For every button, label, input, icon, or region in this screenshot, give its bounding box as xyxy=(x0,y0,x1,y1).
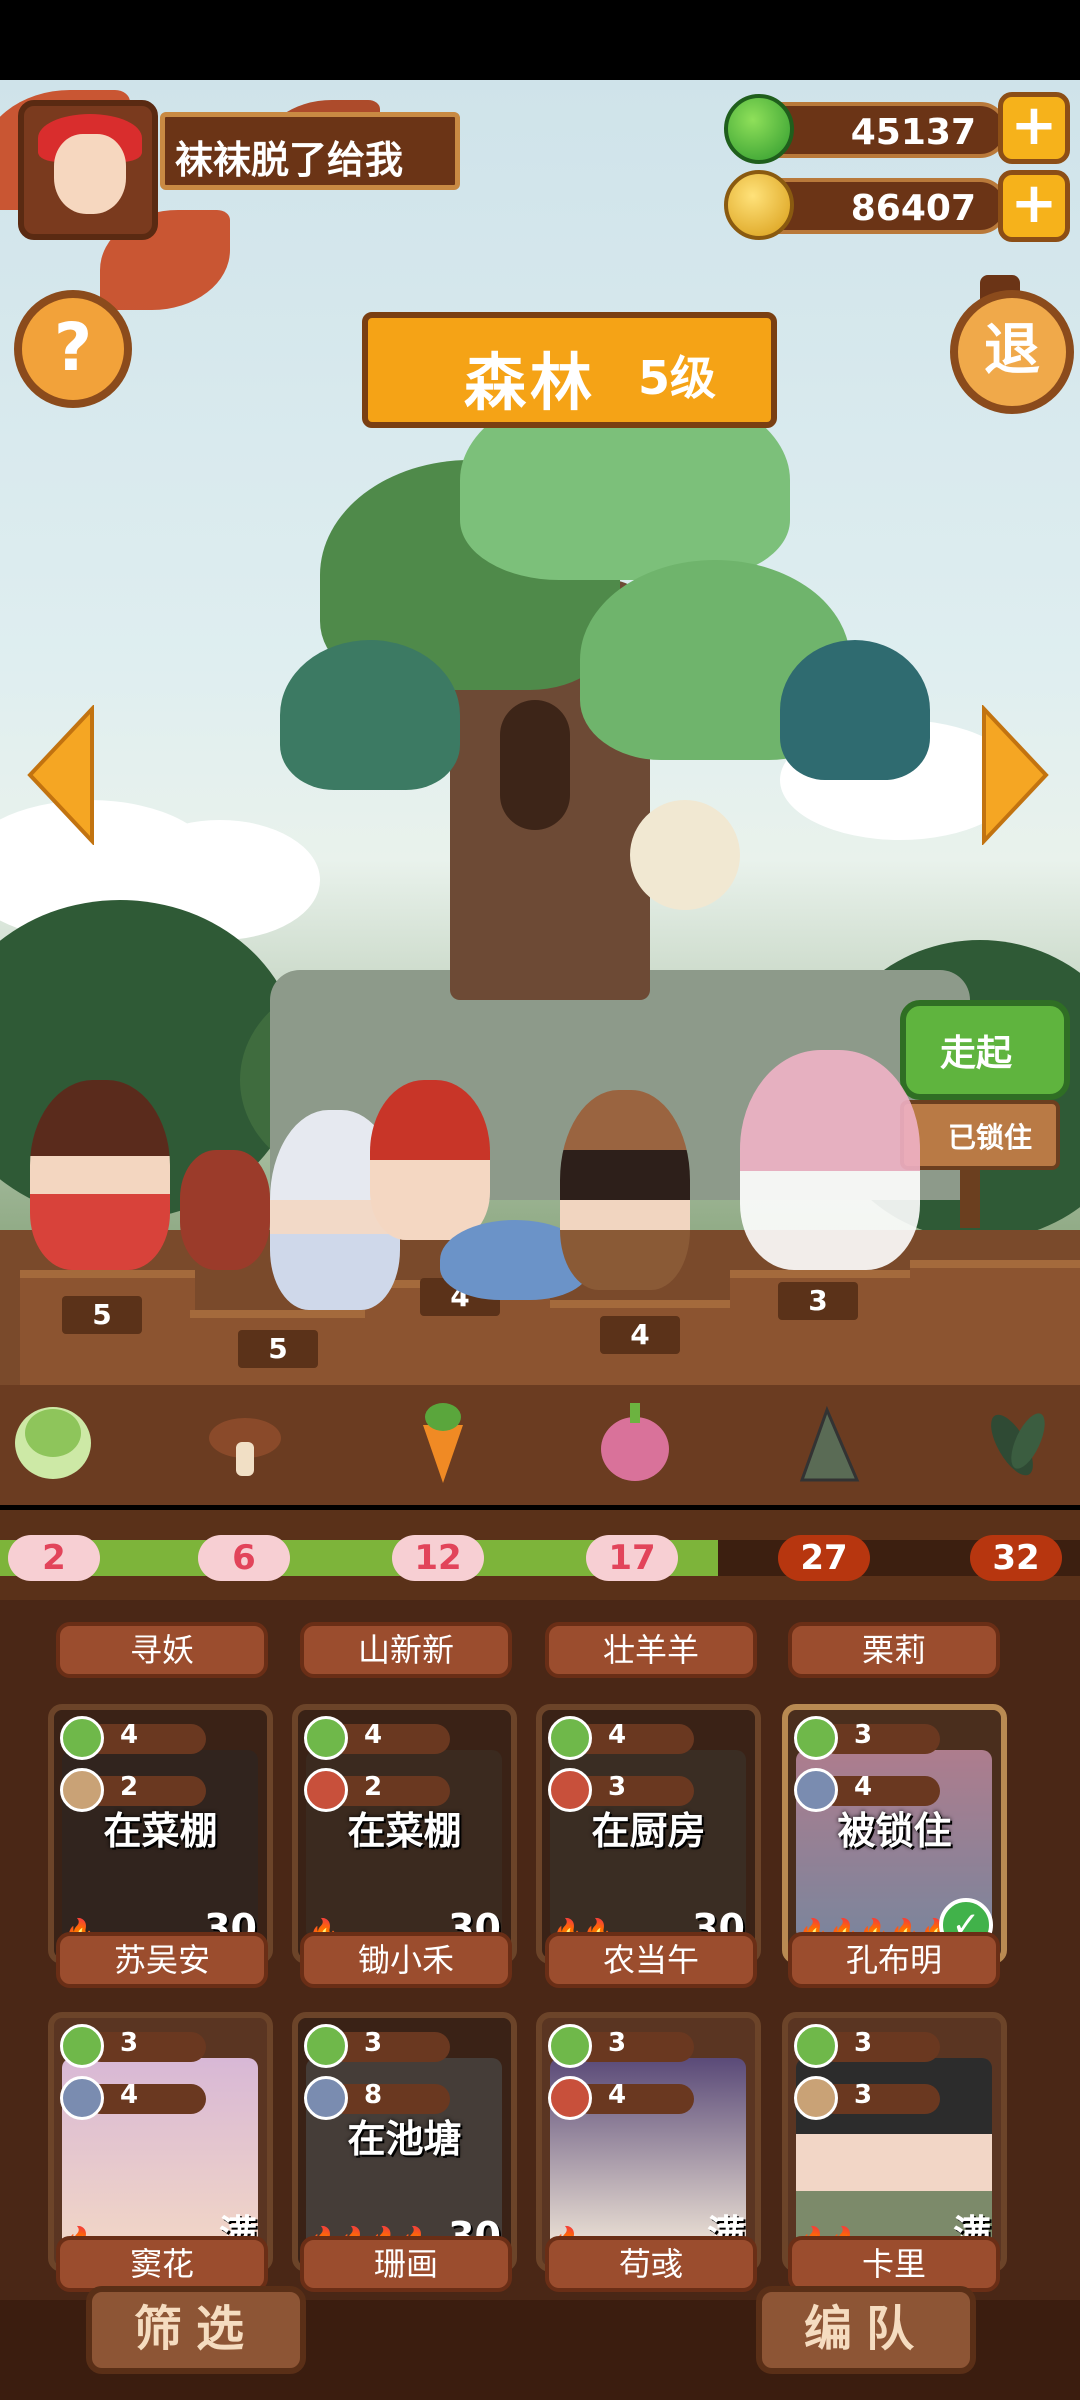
character-name: 苏吴安 xyxy=(56,1932,268,1988)
walk-sign-button[interactable]: 走起 xyxy=(900,1000,1070,1100)
gold-coin-icon xyxy=(724,170,794,240)
area-level: 5级 xyxy=(638,351,717,405)
vegetable-stat-icon xyxy=(304,1716,348,1760)
stage-pet-1 xyxy=(180,1150,270,1270)
vegetable-stat-icon xyxy=(548,2024,592,2068)
area-title-banner: 森林 5级 xyxy=(362,312,777,428)
character-card-gouyu[interactable]: 3 4 🔥 满 xyxy=(536,2012,761,2272)
card-status: 在菜棚 xyxy=(347,1809,462,1853)
mushroom-icon[interactable] xyxy=(200,1400,290,1490)
vegetable-stat-icon xyxy=(304,2024,348,2068)
filter-button[interactable]: 筛选 xyxy=(86,2286,306,2374)
card-status: 被锁住 xyxy=(837,1809,952,1853)
walk-sign-label: 走起 xyxy=(940,1033,1013,1074)
cabbage-icon[interactable] xyxy=(8,1395,98,1485)
character-name: 苟彧 xyxy=(545,2236,757,2292)
vegetable-stat-icon xyxy=(60,1716,104,1760)
vegetable-stat-icon xyxy=(60,2024,104,2068)
character-name: 锄小禾 xyxy=(300,1932,512,1988)
card-status: 在菜棚 xyxy=(103,1809,218,1853)
character-name: 窦花 xyxy=(56,2236,268,2292)
character-card-nongdangwu[interactable]: 4 3 在厨房 🔥🔥 30 xyxy=(536,1704,761,1964)
ingredient-count-3: 12 xyxy=(392,1535,484,1581)
card-status: 在池塘 xyxy=(347,2117,462,2161)
onion-icon[interactable] xyxy=(590,1395,680,1485)
character-card-chuxiaohe[interactable]: 4 2 在菜棚 🔥 30 xyxy=(292,1704,517,1964)
stage-character-1[interactable] xyxy=(30,1080,170,1270)
character-name: 卡里 xyxy=(788,2236,1000,2292)
vegetable-stat-icon xyxy=(794,1716,838,1760)
locked-sign-label: 已锁住 xyxy=(948,1121,1033,1154)
character-name-top-1[interactable]: 寻妖 xyxy=(56,1622,268,1678)
green-apple-icon xyxy=(724,94,794,164)
prev-area-arrow-icon[interactable] xyxy=(26,705,96,845)
stage-level-2: 5 xyxy=(238,1330,318,1368)
area-name: 森林 xyxy=(464,346,597,419)
stage-character-3[interactable] xyxy=(370,1080,490,1240)
vegetable-stat-icon xyxy=(794,2024,838,2068)
character-card-suwuan[interactable]: 4 2 在菜棚 🔥 30 xyxy=(48,1704,273,1964)
ingredient-count-4: 17 xyxy=(586,1535,678,1581)
character-name-top-2[interactable]: 山新新 xyxy=(300,1622,512,1678)
locked-sign: 已锁住 xyxy=(900,1100,1060,1170)
grain-stat-icon xyxy=(794,2076,838,2120)
character-name-top-3[interactable]: 壮羊羊 xyxy=(545,1622,757,1678)
system-status-bar xyxy=(0,0,1080,80)
stage-character-5[interactable] xyxy=(740,1050,920,1270)
character-card-shanhua[interactable]: 3 8 在池塘 🔥🔥🔥🔥 30 xyxy=(292,2012,517,2272)
apple-count: 45137 xyxy=(850,112,976,153)
character-card-kali[interactable]: 3 3 🔥🔥 满 xyxy=(782,2012,1007,2272)
sign-post xyxy=(960,1168,980,1228)
character-card-douhua[interactable]: 3 4 🔥 满 xyxy=(48,2012,273,2272)
character-card-kongbuming[interactable]: 3 4 被锁住 🔥🔥🔥🔥🔥 ✓ xyxy=(782,1704,1007,1964)
add-apple-button[interactable]: + xyxy=(998,92,1070,164)
stage-level-1: 5 xyxy=(62,1296,142,1334)
card-status: 在厨房 xyxy=(591,1809,706,1853)
stage-character-4[interactable] xyxy=(560,1090,690,1290)
ingredient-row xyxy=(0,1385,1080,1505)
add-coin-button[interactable]: + xyxy=(998,170,1070,242)
character-name: 农当午 xyxy=(545,1932,757,1988)
stage-level-4: 4 xyxy=(600,1316,680,1354)
player-avatar[interactable] xyxy=(18,100,158,240)
next-area-arrow-icon[interactable] xyxy=(980,705,1050,845)
ingredient-count-6: 32 xyxy=(970,1535,1062,1581)
ingredient-count-5: 27 xyxy=(778,1535,870,1581)
coin-count: 86407 xyxy=(850,188,976,229)
player-name-box: 袜袜脱了给我 xyxy=(160,112,460,190)
exit-button[interactable]: 退 xyxy=(950,290,1074,414)
help-button[interactable]: ? xyxy=(14,290,132,408)
meat-stat-icon xyxy=(548,2076,592,2120)
player-name: 袜袜脱了给我 xyxy=(175,138,404,182)
character-name: 珊画 xyxy=(300,2236,512,2292)
character-name-top-4[interactable]: 栗莉 xyxy=(788,1622,1000,1678)
stage-level-5: 3 xyxy=(778,1282,858,1320)
vegetable-stat-icon xyxy=(548,1716,592,1760)
bamboo-shoot-icon[interactable] xyxy=(782,1400,872,1490)
ingredient-count-2: 6 xyxy=(198,1535,290,1581)
character-name: 孔布明 xyxy=(788,1932,1000,1988)
team-formation-button[interactable]: 编队 xyxy=(756,2286,976,2374)
herb-leaf-icon[interactable] xyxy=(972,1395,1062,1485)
ingredient-count-1: 2 xyxy=(8,1535,100,1581)
fish-stat-icon xyxy=(60,2076,104,2120)
carrot-icon[interactable] xyxy=(398,1395,488,1485)
